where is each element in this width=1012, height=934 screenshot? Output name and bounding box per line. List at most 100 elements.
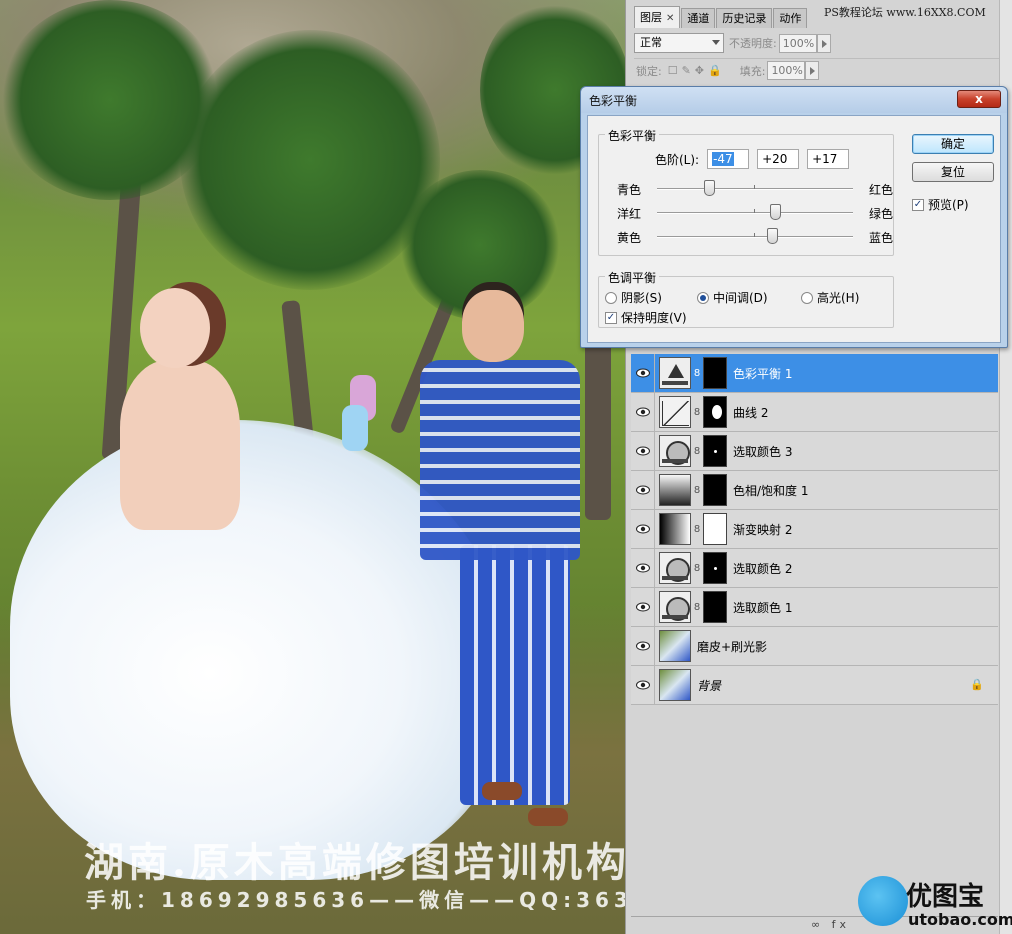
blend-mode-select[interactable]: 正常 xyxy=(634,33,724,53)
layer-row[interactable]: 磨皮+刷光影 xyxy=(631,627,998,666)
level-yellow-blue-field[interactable]: +17 xyxy=(807,149,850,169)
eye-icon[interactable] xyxy=(631,393,655,431)
layer-mask-thumbnail[interactable] xyxy=(703,513,727,545)
layer-thumbnail[interactable] xyxy=(659,669,691,701)
radio-highlights[interactable]: 高光(H) xyxy=(801,289,859,306)
preview-checkbox[interactable]: ✓ 预览(P) xyxy=(912,196,969,213)
layer-thumbnail[interactable] xyxy=(659,396,691,428)
layer-row[interactable]: 8 色相/饱和度 1 xyxy=(631,471,998,510)
tab-label: 动作 xyxy=(779,12,802,25)
chain-link-icon[interactable]: 8 xyxy=(693,368,701,379)
eye-icon[interactable] xyxy=(631,627,655,665)
reset-button[interactable]: 复位 xyxy=(912,162,994,182)
eye-icon[interactable] xyxy=(631,588,655,626)
layer-row[interactable]: 8 选取颜色 3 xyxy=(631,432,998,471)
slider-right-label: 红色 xyxy=(868,183,893,197)
close-icon[interactable]: ✕ xyxy=(666,13,674,24)
layer-name[interactable]: 选取颜色 1 xyxy=(733,599,792,616)
layer-row[interactable]: 8 选取颜色 2 xyxy=(631,549,998,588)
layer-thumbnail[interactable] xyxy=(659,357,691,389)
slider-handle[interactable] xyxy=(766,228,778,244)
eye-icon[interactable] xyxy=(631,354,655,392)
track-center-mark xyxy=(754,185,755,189)
layer-row[interactable]: 8 曲线 2 xyxy=(631,393,998,432)
layer-mask-thumbnail[interactable] xyxy=(703,591,727,623)
opacity-slider-toggle[interactable] xyxy=(816,33,831,53)
radio-midtones[interactable]: 中间调(D) xyxy=(697,289,768,306)
watermark-contact: 手机：18692985636——微信——QQ:363007625 xyxy=(86,888,625,912)
layer-mask-thumbnail[interactable] xyxy=(703,552,727,584)
layer-thumbnail[interactable] xyxy=(659,552,691,584)
layer-name[interactable]: 渐变映射 2 xyxy=(733,521,792,538)
slider-track[interactable] xyxy=(657,209,853,214)
levels-label: 色阶(L): xyxy=(655,152,700,167)
level-cyan-red-field[interactable]: -47 xyxy=(707,149,750,169)
slider-left-label: 黄色 xyxy=(617,231,642,245)
dialog-titlebar[interactable]: 色彩平衡 x xyxy=(581,87,1007,113)
yellow-blue-slider-row: 黄色 蓝色 xyxy=(617,227,893,247)
chain-link-icon[interactable]: 8 xyxy=(693,485,701,496)
layer-row[interactable]: 8 选取颜色 1 xyxy=(631,588,998,627)
eye-icon[interactable] xyxy=(631,510,655,548)
layer-name[interactable]: 选取颜色 3 xyxy=(733,443,792,460)
eye-icon[interactable] xyxy=(631,471,655,509)
layer-row[interactable]: 8 渐变映射 2 xyxy=(631,510,998,549)
lock-options-icons[interactable]: ☐✎✥🔒 xyxy=(668,64,726,77)
wedding-photo-canvas: 湖南.原木高端修图培训机构出品 手机：18692985636——微信——QQ:3… xyxy=(0,0,625,934)
tab-channels[interactable]: 通道 xyxy=(681,8,716,28)
tab-history[interactable]: 历史记录 xyxy=(716,8,773,28)
layer-name[interactable]: 背景 xyxy=(697,677,721,694)
ok-button[interactable]: 确定 xyxy=(912,134,994,154)
layer-thumbnail[interactable] xyxy=(659,474,691,506)
layer-name[interactable]: 曲线 2 xyxy=(733,404,768,421)
tone-radios: 阴影(S) 中间调(D) 高光(H) xyxy=(605,289,881,307)
radio-dot xyxy=(605,291,617,304)
layer-thumbnail[interactable] xyxy=(659,630,691,662)
layer-thumbnail[interactable] xyxy=(659,435,691,467)
layer-name[interactable]: 色彩平衡 1 xyxy=(733,365,792,382)
eye-icon[interactable] xyxy=(631,549,655,587)
chain-link-icon[interactable]: 8 xyxy=(693,563,701,574)
tab-layers[interactable]: 图层 ✕ xyxy=(634,6,681,28)
slider-track[interactable] xyxy=(657,233,853,238)
chain-link-icon[interactable]: 8 xyxy=(693,407,701,418)
slider-left-label: 洋红 xyxy=(617,207,642,221)
layer-mask-thumbnail[interactable] xyxy=(703,474,727,506)
link-fx-icons[interactable]: ∞ fx xyxy=(811,918,850,931)
layer-row[interactable]: 背景 🔒 xyxy=(631,666,998,705)
color-balance-dialog: 色彩平衡 x 色彩平衡 色阶(L): -47 +20 +17 青色 红色 洋红 … xyxy=(580,86,1008,348)
lock-row: 锁定: ☐✎✥🔒 填充: 100% xyxy=(634,58,1005,80)
chain-link-icon[interactable]: 8 xyxy=(693,524,701,535)
bird-logo-icon xyxy=(858,876,908,926)
layer-mask-thumbnail[interactable] xyxy=(703,435,727,467)
close-button[interactable]: x xyxy=(957,90,1001,108)
radio-shadows[interactable]: 阴影(S) xyxy=(605,289,662,306)
opacity-field[interactable]: 100% xyxy=(778,33,817,53)
fill-slider-toggle[interactable] xyxy=(805,61,820,80)
group-title: 色调平衡 xyxy=(605,269,660,286)
slider-handle[interactable] xyxy=(769,204,781,220)
layer-mask-thumbnail[interactable] xyxy=(703,396,727,428)
slider-left-label: 青色 xyxy=(617,183,642,197)
eye-icon[interactable] xyxy=(631,432,655,470)
layer-mask-thumbnail[interactable] xyxy=(703,357,727,389)
tab-actions[interactable]: 动作 xyxy=(773,8,808,28)
lock-icon: 🔒 xyxy=(970,678,984,691)
groom-pants xyxy=(460,545,570,805)
eye-icon[interactable] xyxy=(631,666,655,704)
fill-field[interactable]: 100% xyxy=(767,61,806,80)
layer-thumbnail[interactable] xyxy=(659,591,691,623)
level-magenta-green-field[interactable]: +20 xyxy=(757,149,800,169)
tree-trunk xyxy=(585,340,611,520)
preserve-luminosity-checkbox[interactable]: ✓ 保持明度(V) xyxy=(605,309,687,326)
chain-link-icon[interactable]: 8 xyxy=(693,446,701,457)
tone-balance-group: 色调平衡 阴影(S) 中间调(D) 高光(H) ✓ 保持明度(V) xyxy=(598,269,894,328)
slider-track[interactable] xyxy=(657,185,853,190)
layer-row[interactable]: 8 色彩平衡 1 xyxy=(631,354,998,393)
layer-name[interactable]: 色相/饱和度 1 xyxy=(733,482,809,499)
layer-name[interactable]: 磨皮+刷光影 xyxy=(697,638,767,655)
slider-handle[interactable] xyxy=(703,180,715,196)
layer-thumbnail[interactable] xyxy=(659,513,691,545)
layer-name[interactable]: 选取颜色 2 xyxy=(733,560,792,577)
chain-link-icon[interactable]: 8 xyxy=(693,602,701,613)
